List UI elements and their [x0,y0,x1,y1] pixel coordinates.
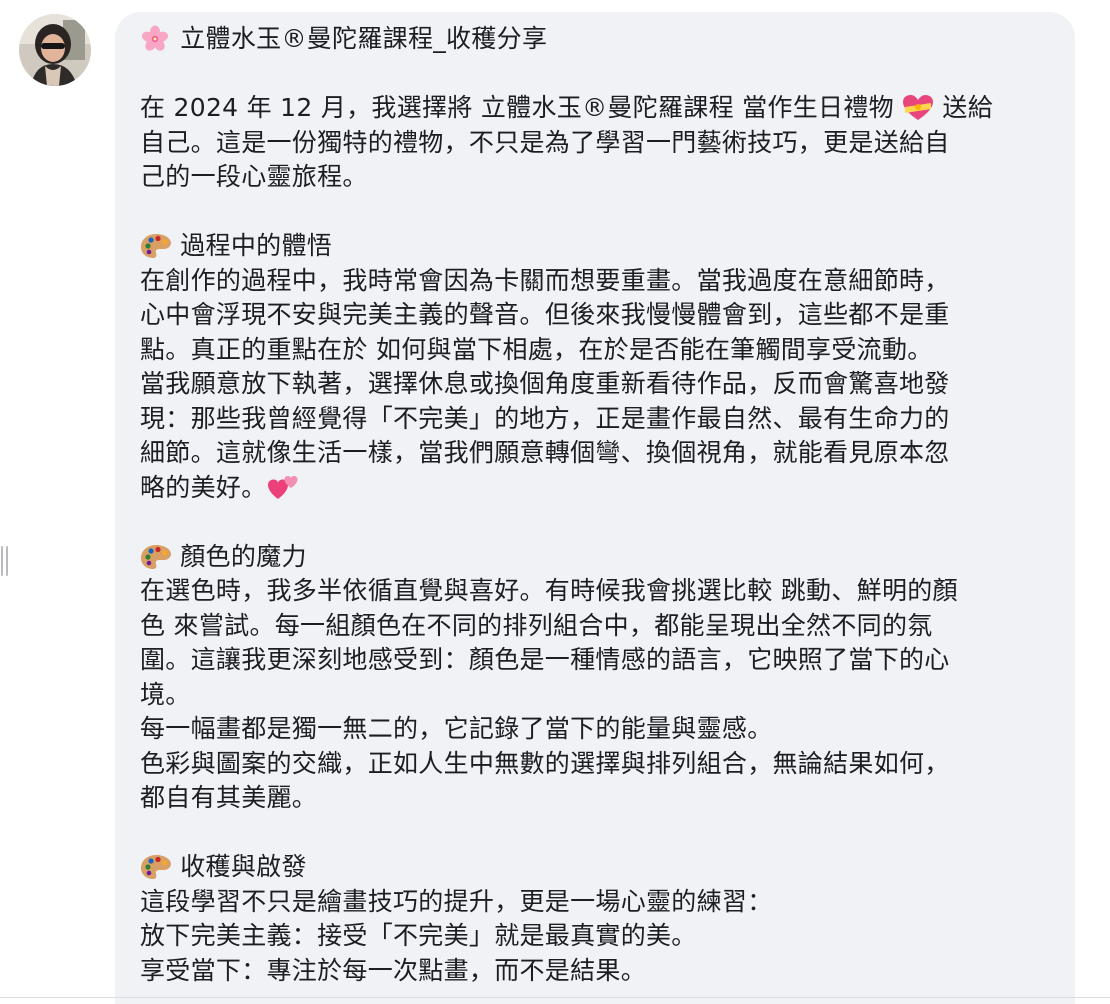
section2-line: 每一幅畫都是獨一無二的，它記錄了當下的能量與靈感。 [140,714,773,743]
two-hearts-icon [267,474,299,500]
artist-palette-icon [140,543,172,569]
post-body: 立體水玉®曼陀羅課程_收穫分享 在 2024 年 12 月，我選擇將 立體水玉®… [140,22,1055,988]
section1-line: 當我願意放下執著，選擇休息或換個角度重新看待作品，反而會驚喜地發 [140,369,950,398]
section3-line: 享受當下：專注於每一次點畫，而不是結果。 [140,955,647,985]
section3-line: 放下完美主義：接受「不完美」就是最真實的美。 [140,921,697,950]
section1-last-text: 略的美好。 [140,472,267,502]
section1-line: 點。真正的重點在於 如何與當下相處，在於是否能在筆觸間享受流動。 [140,334,933,364]
section1-line: 細節。這就像生活一樣，當我們願意轉個彎、換個視角，就能看見原本忽 [140,438,950,467]
section-heading-colors: 顏色的魔力 [140,540,1055,575]
post-view: 立體水玉®曼陀羅課程_收穫分享 在 2024 年 12 月，我選擇將 立體水玉®… [0,0,1110,1004]
section2-line: 境。 [140,679,191,709]
section1-line: 現：那些我曾經覺得「不完美」的地方，正是畫作最自然、最有生命力的 [140,403,950,433]
post-title: 立體水玉®曼陀羅課程_收穫分享 [180,24,548,53]
intro-line-2: 自己。這是一份獨特的禮物，不只是為了學習一門藝術技巧，更是送給自 [140,127,950,157]
avatar-photo [19,14,91,86]
panel-resize-handle[interactable] [0,546,10,576]
intro-line-1: 在 2024 年 12 月，我選擇將 立體水玉®曼陀羅課程 當作生日禮物 送給 [140,91,1055,126]
intro-line-3: 己的一段心靈旅程。 [140,162,368,191]
intro-text-1b: 送給 [942,93,994,122]
section2-line: 色彩與圖案的交織，正如人生中無數的選擇與排列組合，無論結果如何， [140,748,950,778]
section2-line: 圍。這讓我更深刻地感受到：顏色是一種情感的語言，它映照了當下的心 [140,645,950,674]
section2-line: 在選色時，我多半依循直覺與喜好。有時候我會挑選比較 跳動、鮮明的顏 [140,576,958,605]
bottom-divider [0,997,1110,998]
section1-line: 心中會浮現不安與完美主義的聲音。但後來我慢慢體會到，這些都不是重 [140,300,950,329]
section2-line: 色 來嘗試。每一組顏色在不同的排列組合中，都能呈現出全然不同的氛 [140,610,933,640]
heart-with-ribbon-icon [902,94,934,120]
author-avatar[interactable] [19,14,91,86]
section1-last-line: 略的美好。 [140,471,1055,506]
section3-line: 這段學習不只是繪畫技巧的提升，更是一場心靈的練習： [140,886,773,916]
cherry-blossom-icon [140,25,172,51]
section3-heading: 收穫與啟發 [180,852,307,881]
artist-palette-icon [140,232,172,258]
intro-text-1a: 在 2024 年 12 月，我選擇將 立體水玉®曼陀羅課程 當作生日禮物 [140,93,894,122]
section2-line: 都自有其美麗。 [140,783,318,812]
section-heading-harvest: 收穫與啟發 [140,850,1055,885]
section2-heading: 顏色的魔力 [180,541,307,571]
post-title-line: 立體水玉®曼陀羅課程_收穫分享 [140,22,1055,57]
artist-palette-icon [140,853,172,879]
section1-heading: 過程中的體悟 [180,231,333,260]
section1-line: 在創作的過程中，我時常會因為卡關而想要重畫。當我過度在意細節時， [140,265,950,295]
section-heading-insights: 過程中的體悟 [140,229,1055,264]
